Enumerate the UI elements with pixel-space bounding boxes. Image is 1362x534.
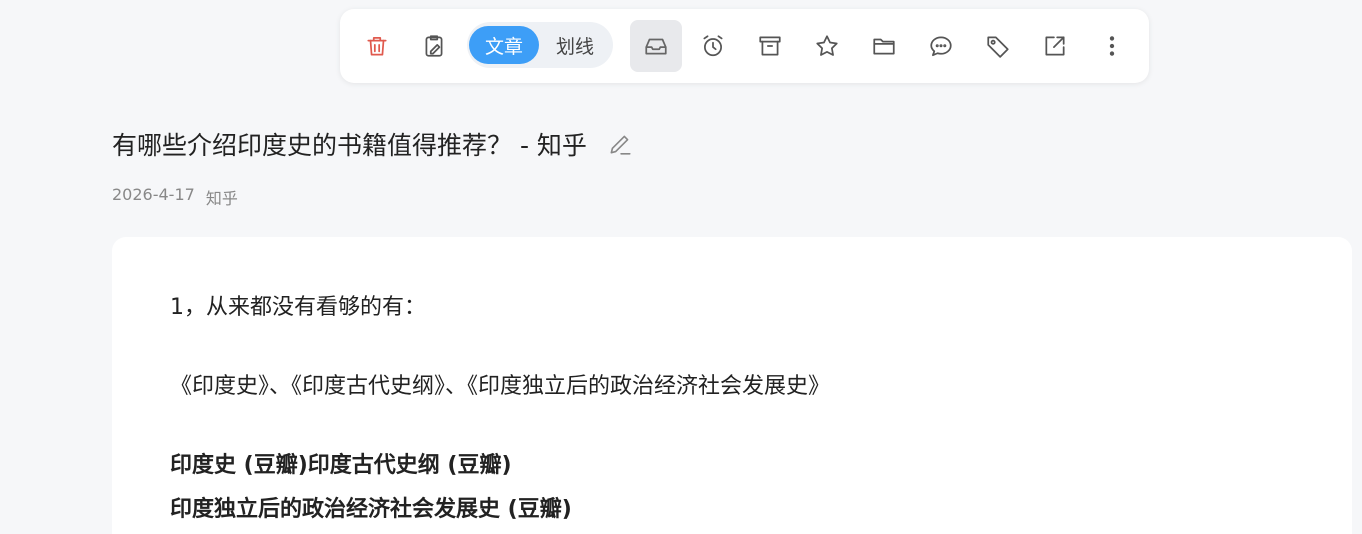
paragraph[interactable]: 印度史 (豆瓣)印度古代史纲 (豆瓣) xyxy=(170,447,512,479)
folder-icon xyxy=(873,38,895,55)
reminder-button[interactable] xyxy=(687,20,739,72)
clipboard-edit-button[interactable] xyxy=(408,20,460,72)
tag-button[interactable] xyxy=(972,20,1024,72)
archive-icon xyxy=(759,36,781,56)
tab-article[interactable]: 文章 xyxy=(469,26,539,64)
tag-icon xyxy=(987,36,1009,58)
source-link[interactable]: 知乎 xyxy=(206,185,238,209)
favorite-button[interactable] xyxy=(801,20,853,72)
inbox-button[interactable] xyxy=(630,20,682,72)
article-toolbar: 文章 划线 xyxy=(340,9,1149,83)
reader-page: 文章 划线 有哪些介绍印度史的书籍值得推荐？ - 知乎 2026-4-17 知乎… xyxy=(0,0,1362,534)
paragraph[interactable]: 印度独立后的政治经济社会发展史 (豆瓣) xyxy=(170,491,572,523)
archive-button[interactable] xyxy=(744,20,796,72)
publish-date: 2026-4-17 xyxy=(112,185,195,204)
view-mode-toggle: 文章 划线 xyxy=(467,22,613,68)
article-meta: 2026-4-17 知乎 xyxy=(112,185,238,209)
title-row: 有哪些介绍印度史的书籍值得推荐？ - 知乎 xyxy=(112,124,633,164)
page-title: 有哪些介绍印度史的书籍值得推荐？ - 知乎 xyxy=(112,131,587,160)
comment-icon xyxy=(930,36,952,57)
more-vertical-icon xyxy=(1109,36,1115,56)
article-content: 1，从来都没有看够的有： 《印度史》、《印度古代史纲》、《印度独立后的政治经济社… xyxy=(112,237,1352,534)
paragraph: 1，从来都没有看够的有： xyxy=(170,295,426,320)
folder-button[interactable] xyxy=(858,20,910,72)
paragraph: 《印度史》、《印度古代史纲》、《印度独立后的政治经济社会发展史》 xyxy=(170,374,831,399)
external-link-icon xyxy=(1045,36,1065,56)
comment-button[interactable] xyxy=(915,20,967,72)
clipboard-edit-icon xyxy=(425,35,443,57)
delete-button[interactable] xyxy=(351,20,403,72)
pencil-icon xyxy=(610,135,631,155)
star-icon xyxy=(816,35,838,56)
tab-highlights[interactable]: 划线 xyxy=(539,26,611,64)
inbox-icon xyxy=(645,38,667,55)
alarm-clock-icon xyxy=(703,35,723,57)
open-external-button[interactable] xyxy=(1029,20,1081,72)
trash-icon xyxy=(367,37,387,56)
more-options-button[interactable] xyxy=(1086,20,1138,72)
edit-title-button[interactable] xyxy=(607,131,633,157)
